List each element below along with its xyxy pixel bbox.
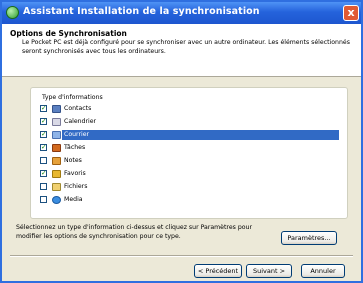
tasks-icon [52,144,61,152]
list-item-tasks[interactable]: ✓ Tâches [40,144,339,153]
list-item-media[interactable]: Media [40,196,339,205]
list-item-favorites[interactable]: ✓ Favoris [40,170,339,179]
mail-icon [52,131,61,139]
info-types-groupbox: Type d'informations ✓ Contacts ✓ Calendr… [30,87,348,219]
list-item-mail[interactable]: ✓ Courrier [40,130,339,140]
close-button[interactable]: x [343,5,359,21]
cancel-button[interactable]: Annuler [301,264,345,278]
contacts-checkbox[interactable]: ✓ [40,105,47,112]
list-item-label: Calendrier [64,118,97,125]
page-description: Le Pocket PC est déjà configuré pour se … [22,39,350,55]
info-types-legend: Type d'informations [42,94,103,101]
notes-icon [52,157,61,165]
list-item-label: Courrier [64,131,90,138]
favorites-icon [52,170,61,178]
window-title: Assistant Installation de la synchronisa… [23,6,260,17]
instructions-text: Sélectionnez un type d'information ci-de… [16,224,253,240]
files-icon [52,183,61,191]
favorites-checkbox[interactable]: ✓ [40,170,47,177]
selection-highlight [62,130,339,140]
media-checkbox[interactable] [40,196,47,203]
list-item-label: Contacts [64,105,92,112]
media-icon [52,196,61,204]
page-heading: Options de Synchronisation [10,29,127,38]
settings-button[interactable]: Paramètres... [281,231,337,245]
footer-divider [10,255,353,257]
list-item-label: Favoris [64,170,86,177]
list-item-label: Tâches [64,144,86,151]
list-item-files[interactable]: Fichiers [40,183,339,192]
tasks-checkbox[interactable]: ✓ [40,144,47,151]
calendar-icon [52,118,61,126]
list-item-label: Media [64,196,83,203]
files-checkbox[interactable] [40,183,47,190]
title-bar[interactable]: Assistant Installation de la synchronisa… [2,2,361,24]
next-button[interactable]: Suivant > [246,264,292,278]
list-item-notes[interactable]: Notes [40,157,339,166]
list-item-calendar[interactable]: ✓ Calendrier [40,118,339,127]
contacts-icon [52,105,61,113]
list-item-contacts[interactable]: ✓ Contacts [40,105,339,114]
notes-checkbox[interactable] [40,157,47,164]
wizard-header: Options de Synchronisation Le Pocket PC … [2,24,361,77]
list-item-label: Notes [64,157,82,164]
calendar-checkbox[interactable]: ✓ [40,118,47,125]
mail-checkbox[interactable]: ✓ [40,131,47,138]
info-types-list[interactable]: ✓ Contacts ✓ Calendrier ✓ Courrier ✓ Tâc… [40,105,339,210]
list-item-label: Fichiers [64,183,88,190]
sync-app-icon [6,6,19,19]
wizard-window: Assistant Installation de la synchronisa… [0,0,363,283]
back-button[interactable]: < Précédent [194,264,242,278]
